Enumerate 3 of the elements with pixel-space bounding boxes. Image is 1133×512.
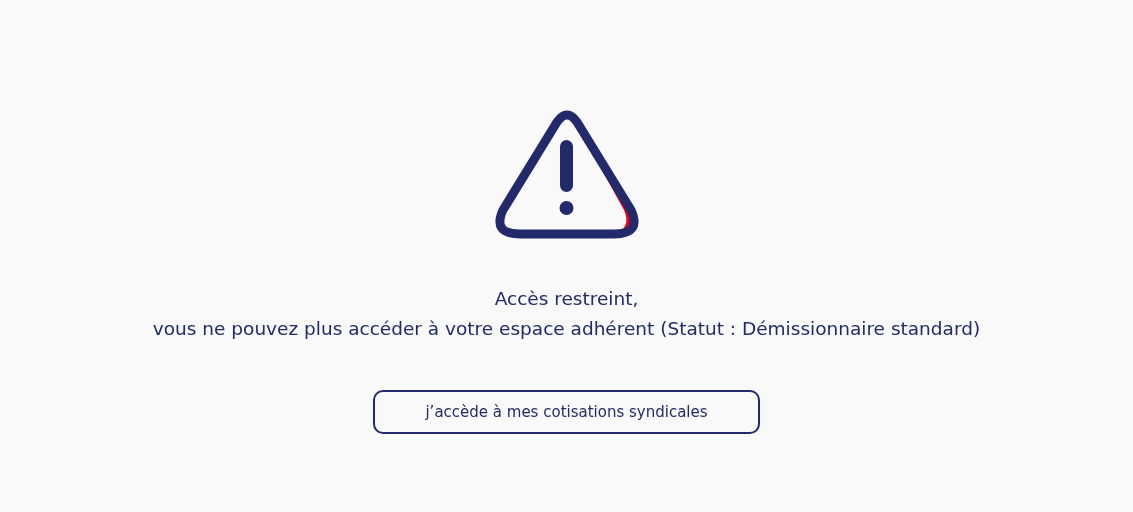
restricted-access-message: Accès restreint, vous ne pouvez plus accéder à votre espace adhérent (Statut : Démissionnaire standard) xyxy=(152,287,981,341)
warning-icon xyxy=(493,110,640,242)
contributions-button[interactable]: j’accède à mes cotisations syndicales xyxy=(373,390,760,434)
